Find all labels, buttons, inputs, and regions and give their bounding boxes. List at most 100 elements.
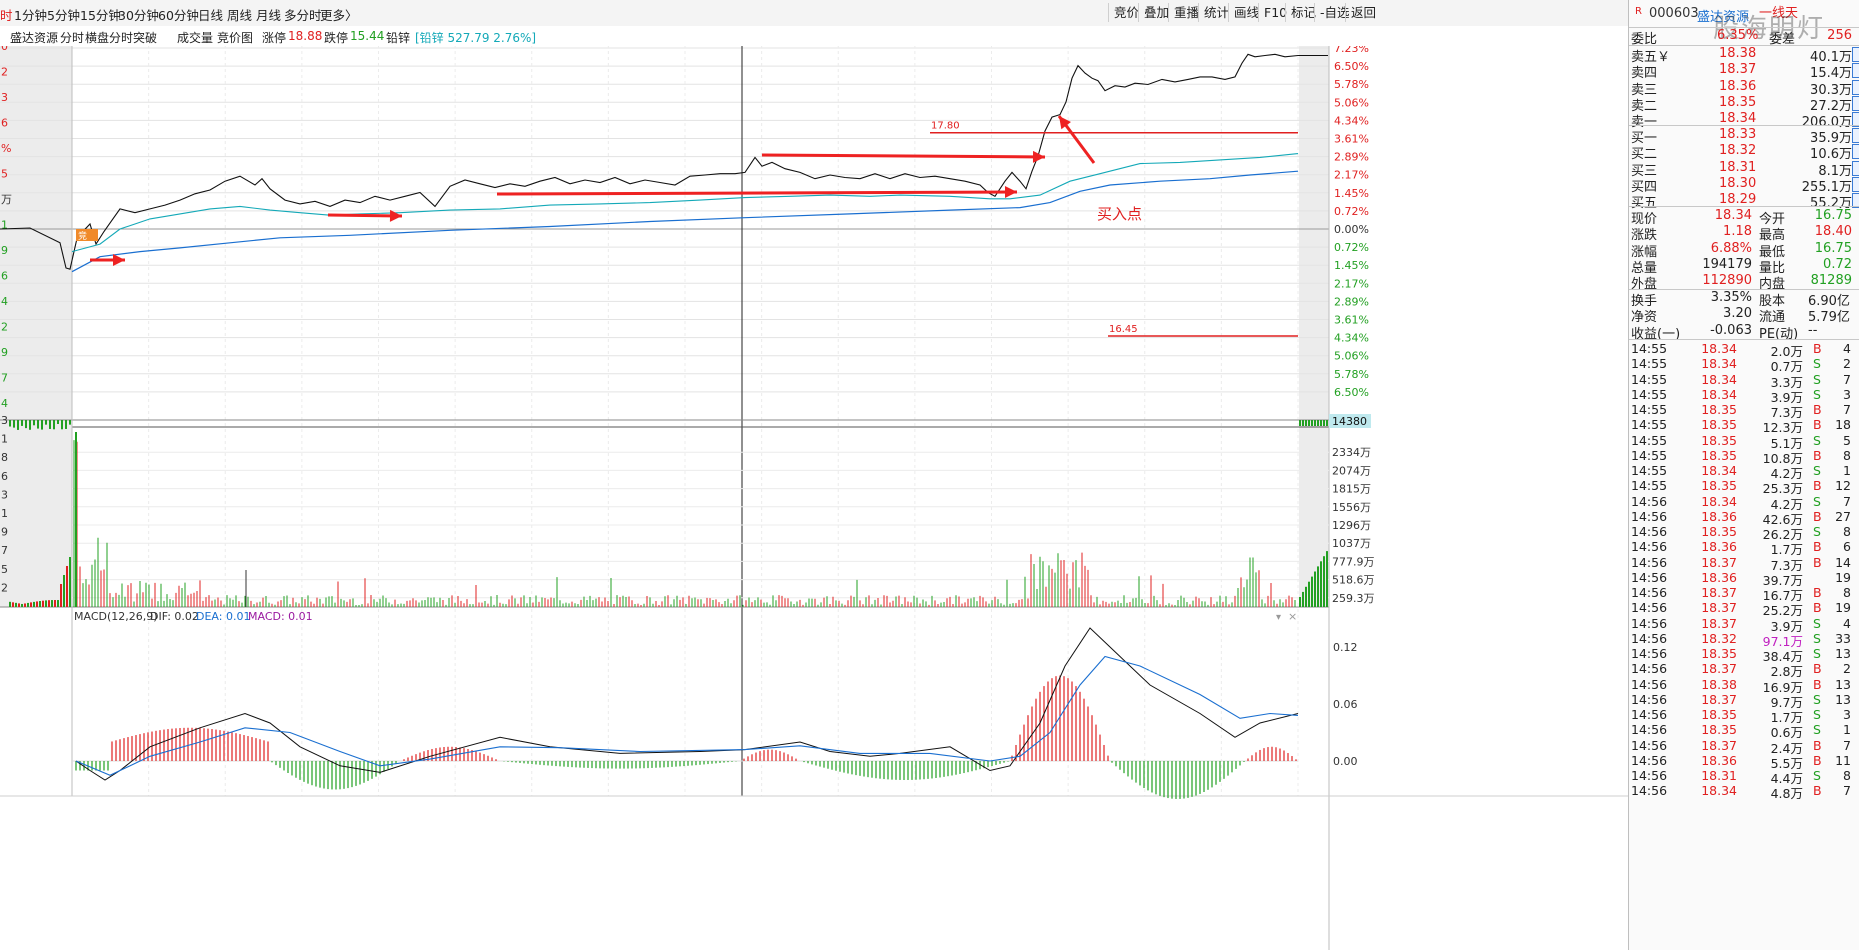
tick-time: 14:56	[1631, 722, 1668, 738]
macd-axis-label: 0.12	[1333, 641, 1358, 654]
tick-count: 8	[1843, 447, 1851, 463]
volume-axis-label: 1037万	[1332, 537, 1371, 550]
flag-r: R	[1635, 6, 1642, 17]
tick-price: 18.34	[1701, 341, 1737, 356]
tick-price: 18.37	[1701, 737, 1737, 753]
buys-sep	[1629, 206, 1859, 207]
sells-price: 18.38	[1719, 46, 1757, 61]
tick-direction: B	[1813, 783, 1822, 799]
tick-time: 14:56	[1631, 691, 1668, 707]
tick-price: 18.37	[1701, 585, 1737, 600]
tick-count: 1	[1843, 463, 1851, 478]
tag-auction[interactable]: 竞价图	[217, 29, 253, 46]
tick-direction: B	[1813, 737, 1822, 753]
period-tab-5[interactable]: 60分钟	[158, 5, 199, 24]
chart-area[interactable]: 7.23% 6.50% 5.78% 5.06% 4.34% 3.61% 2.89% 2.17%…	[0, 46, 1628, 950]
volume-left-fragment: 7	[1, 544, 8, 557]
tick-time: 14:55	[1631, 356, 1668, 372]
buys-row: 买一 18.33 35.9万	[1629, 127, 1859, 146]
period-tab-8[interactable]: 月线	[256, 5, 281, 24]
tick-price: 18.35	[1701, 432, 1737, 448]
tick-row: 14:56 18.32 97.1万 S 33	[1629, 630, 1859, 649]
limit-down-value: 15.44	[350, 29, 385, 43]
tick-price: 18.36	[1701, 539, 1737, 555]
volume-left-fragment: 1	[1, 433, 8, 446]
period-tab-3[interactable]: 15分钟	[80, 5, 121, 24]
tag-breakout[interactable]: 横盘分时突破	[85, 29, 157, 46]
stat-value: 3.20	[1723, 306, 1752, 322]
tag-volume[interactable]: 成交量	[177, 29, 213, 46]
left-axis-fragment: 9	[1, 244, 8, 257]
sells-price: 18.35	[1719, 94, 1757, 110]
tick-direction: B	[1813, 661, 1822, 677]
volume-axis-label: 2074万	[1332, 464, 1371, 477]
tick-price: 18.35	[1701, 402, 1737, 417]
pct-label-up: 5.78%	[1334, 78, 1369, 91]
period-tab-1[interactable]: 1分钟	[14, 5, 47, 24]
tick-count: 8	[1843, 585, 1851, 600]
period-tab-2[interactable]: 5分钟	[47, 5, 80, 24]
volume-axis-label: 2334万	[1332, 446, 1371, 459]
tick-count: 7	[1843, 493, 1851, 509]
tick-count: 7	[1843, 737, 1851, 753]
tick-row: 14:56 18.34 4.8万 B 7	[1629, 783, 1859, 801]
buys-price: 18.33	[1719, 127, 1757, 142]
tick-direction: B	[1813, 447, 1822, 463]
period-tab-9[interactable]: 多分时	[284, 5, 322, 24]
tick-direction: B	[1813, 676, 1822, 692]
tick-count: 2	[1843, 661, 1851, 677]
hline-17-80-label: 17.80	[931, 121, 960, 132]
buys-edge-marker	[1852, 160, 1859, 176]
tick-count: 4	[1843, 615, 1851, 631]
hline-16-45-label: 16.45	[1109, 324, 1138, 335]
tick-row: 14:56 18.37 16.7万 B 8	[1629, 585, 1859, 603]
pct-label-down: 3.61%	[1334, 314, 1369, 327]
buys-price: 18.29	[1719, 192, 1757, 208]
toolbar-button-8[interactable]: 返回	[1345, 3, 1381, 22]
tick-row: 14:56 18.37 7.3万 B 14	[1629, 555, 1859, 573]
period-tab-6[interactable]: 日线	[198, 5, 223, 24]
pct-label-down: 0.72%	[1334, 241, 1369, 254]
tag-fenshi[interactable]: 分时	[60, 29, 84, 46]
tick-row: 14:56 18.35 26.2万 S 8	[1629, 524, 1859, 542]
tick-direction: S	[1813, 524, 1821, 539]
stat-value: 194179	[1702, 256, 1752, 272]
tick-row: 14:56 18.36 39.7万 19	[1629, 570, 1859, 588]
pct-label-up: 2.17%	[1334, 169, 1369, 182]
left-axis-fragment: 9	[1, 346, 8, 359]
tick-time: 14:56	[1631, 737, 1668, 753]
tick-time: 14:56	[1631, 646, 1668, 661]
tick-direction: B	[1813, 600, 1822, 616]
tick-row: 14:56 18.36 42.6万 B 27	[1629, 508, 1859, 527]
tick-time: 14:56	[1631, 600, 1668, 616]
left-axis-fragment: 3	[1, 91, 8, 104]
period-tab-7[interactable]: 周线	[227, 5, 252, 24]
tick-direction: S	[1813, 646, 1821, 661]
tick-count: 33	[1835, 630, 1851, 646]
tick-row: 14:55 18.35 25.3万 B 12	[1629, 478, 1859, 496]
left-axis-fragment: 2	[1, 321, 8, 334]
sector-label: 铅锌	[386, 31, 411, 45]
tick-row: 14:56 18.31 4.4万 S 8	[1629, 768, 1859, 786]
diff-value: 256	[1827, 28, 1852, 43]
tick-row: 14:56 18.37 2.8万 B 2	[1629, 661, 1859, 679]
buys-edge-marker	[1852, 176, 1859, 192]
tick-price: 18.35	[1701, 707, 1737, 722]
tick-time: 14:56	[1631, 615, 1668, 631]
period-tab-10[interactable]: 更多〉	[320, 5, 358, 24]
sells-edge-marker	[1852, 95, 1859, 111]
stat-value: 112890	[1702, 273, 1752, 289]
sells-row: 卖四 18.37 15.4万	[1629, 62, 1859, 81]
tick-price: 18.37	[1701, 600, 1737, 616]
tick-direction: S	[1813, 463, 1821, 478]
tick-count: 27	[1835, 508, 1851, 524]
period-tab-0[interactable]: 时	[0, 5, 13, 24]
period-tab-4[interactable]: 30分钟	[118, 5, 159, 24]
tick-price: 18.36	[1701, 752, 1737, 768]
tick-direction: S	[1813, 630, 1821, 646]
tick-count: 8	[1843, 524, 1851, 539]
sells-row: 卖二 18.35 27.2万	[1629, 94, 1859, 114]
tick-direction: S	[1813, 493, 1821, 509]
tick-row: 14:55 18.34 3.9万 S 3	[1629, 387, 1859, 405]
pct-label-down: 5.78%	[1334, 368, 1369, 381]
